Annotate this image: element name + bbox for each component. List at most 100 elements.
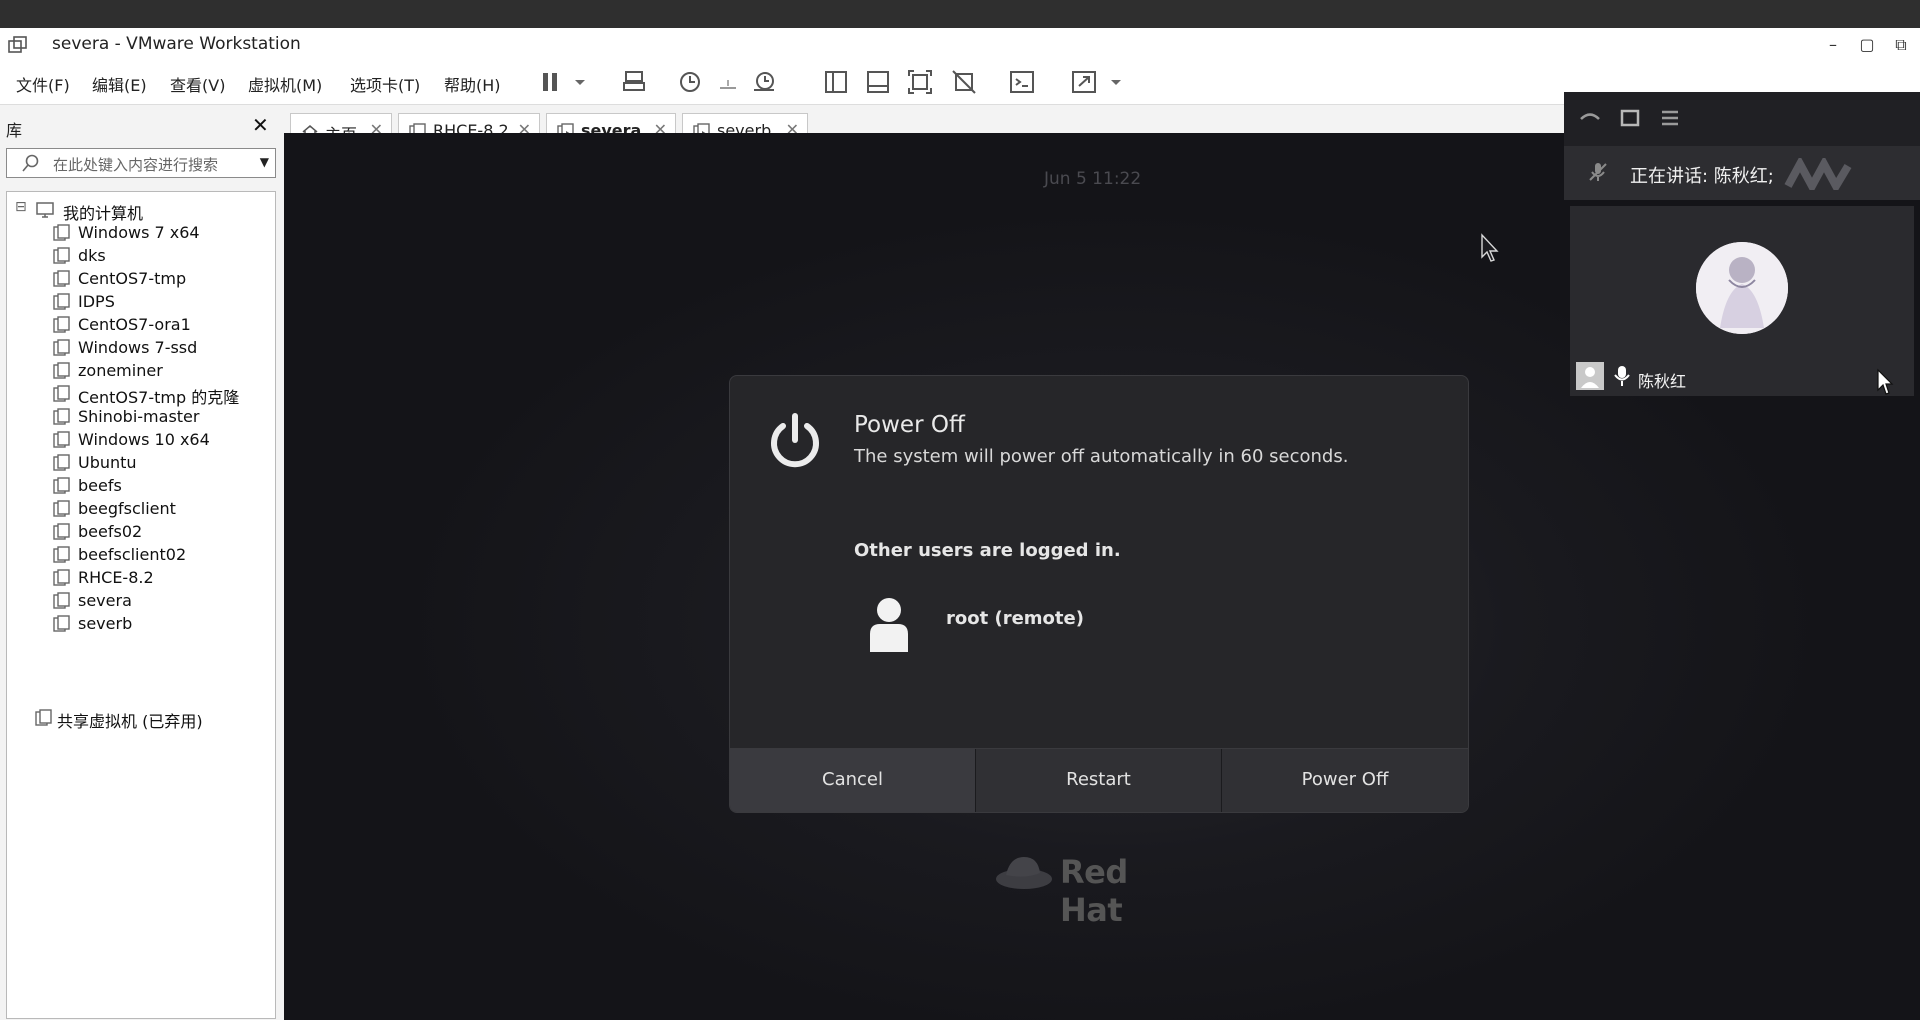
vmware-app-icon (8, 36, 28, 54)
tree-vm-item[interactable]: beegfsclient (53, 497, 265, 521)
library-view-icon[interactable] (822, 68, 850, 96)
library-search-input[interactable]: 在此处键入内容进行搜索 ▼ (6, 148, 276, 178)
tree-shared-label: 共享虚拟机 (已弃用) (57, 712, 203, 731)
power-off-button[interactable]: Power Off (1222, 749, 1468, 812)
participant-user-icon (1576, 362, 1604, 390)
meeting-overlay: 正在讲话: 陈秋红; 陈秋红 (1564, 92, 1920, 582)
maximize-button[interactable]: ▢ (1852, 32, 1882, 58)
snapshot-icon[interactable] (676, 68, 704, 96)
tree-root-my-computer[interactable]: ⊟ 我的计算机 (15, 198, 265, 223)
chevron-down-icon[interactable]: ▼ (260, 155, 269, 169)
library-panel: 库 ✕ 在此处键入内容进行搜索 ▼ ⊟ 我的计算机 Windows 7 x64 d… (0, 105, 280, 1020)
fullscreen-dropdown-icon[interactable] (1102, 68, 1121, 96)
collapse-icon[interactable]: ⊟ (15, 199, 27, 215)
library-close-button[interactable]: ✕ (252, 113, 269, 137)
tree-vm-item[interactable]: Windows 7 x64 (53, 221, 265, 245)
send-keys-icon[interactable] (620, 68, 648, 96)
tree-vm-item[interactable]: Windows 7-ssd (53, 336, 265, 360)
tree-shared-vms[interactable]: 共享虚拟机 (已弃用) (35, 706, 265, 731)
tree-vm-label: CentOS7-ora1 (78, 315, 191, 334)
pause-icon[interactable] (536, 68, 564, 96)
menu-file[interactable]: 文件(F) (16, 72, 70, 96)
user-icon (866, 596, 912, 652)
vm-icon (53, 615, 71, 633)
mouse-cursor-icon (1480, 233, 1500, 263)
tree-vm-item[interactable]: CentOS7-ora1 (53, 313, 265, 337)
vm-icon (53, 431, 71, 449)
tree-vm-label: severb (78, 614, 133, 633)
tree-vm-item[interactable]: severb (53, 612, 265, 636)
vm-icon (53, 339, 71, 357)
snapshot-restore-icon[interactable] (714, 68, 742, 96)
tree-vm-item[interactable]: beefs (53, 474, 265, 498)
vm-tree: ⊟ 我的计算机 Windows 7 x64 dks CentOS7-tmp IDPS C… (6, 191, 276, 1019)
tree-vm-item[interactable]: IDPS (53, 290, 265, 314)
tree-vm-item[interactable]: zoneminer (53, 359, 265, 383)
list-icon[interactable] (1658, 106, 1682, 130)
thumbnail-view-icon[interactable] (864, 68, 892, 96)
close-window-button[interactable]: ⧉ (1886, 32, 1916, 58)
tree-vm-label: beefs (78, 476, 122, 495)
overlay-mouse-cursor-icon (1876, 368, 1894, 396)
vm-icon (53, 385, 71, 403)
tree-vm-item[interactable]: beefs02 (53, 520, 265, 544)
titlebar: severa - VMware Workstation – ▢ ⧉ (0, 28, 1920, 62)
tree-vm-label: beefsclient02 (78, 545, 187, 564)
menu-view[interactable]: 查看(V) (170, 72, 225, 96)
unity-icon[interactable] (950, 68, 978, 96)
tree-vm-item[interactable]: severa (53, 589, 265, 613)
tree-vm-item[interactable]: RHCE-8.2 (53, 566, 265, 590)
search-placeholder: 在此处键入内容进行搜索 (53, 156, 219, 174)
tree-vm-label: dks (78, 246, 106, 265)
speaking-bar: 正在讲话: 陈秋红; (1564, 146, 1920, 200)
redhat-text: Red Hat (1060, 853, 1128, 929)
fit-guest-icon[interactable] (906, 68, 934, 96)
vm-icon (53, 224, 71, 242)
tree-vm-item[interactable]: CentOS7-tmp 的克隆 (53, 382, 265, 407)
tree-vm-label: zoneminer (78, 361, 163, 380)
window-icon[interactable] (1618, 106, 1642, 130)
power-off-dialog: Power Off The system will power off auto… (729, 375, 1469, 813)
tree-vm-item[interactable]: Ubuntu (53, 451, 265, 475)
console-icon[interactable] (1008, 68, 1036, 96)
vm-icon (53, 316, 71, 334)
cancel-button[interactable]: Cancel (730, 749, 976, 812)
menu-vm[interactable]: 虚拟机(M) (248, 72, 322, 96)
tree-vm-item[interactable]: Windows 10 x64 (53, 428, 265, 452)
menu-help[interactable]: 帮助(H) (444, 72, 501, 96)
tree-vm-item[interactable]: Shinobi-master (53, 405, 265, 429)
snapshot-manager-icon[interactable] (750, 68, 778, 96)
computer-icon (35, 201, 55, 223)
tree-vm-label: RHCE-8.2 (78, 568, 154, 587)
window-title: severa - VMware Workstation (52, 34, 301, 54)
dialog-button-row: Cancel Restart Power Off (730, 748, 1468, 812)
search-icon (21, 153, 41, 173)
participant-video[interactable]: 陈秋红 (1570, 206, 1914, 396)
fullscreen-icon[interactable] (1070, 68, 1098, 96)
vm-icon (53, 408, 71, 426)
minimize-button[interactable]: – (1818, 32, 1848, 58)
menu-edit[interactable]: 编辑(E) (92, 72, 147, 96)
participant-name: 陈秋红 (1638, 372, 1687, 391)
microphone-icon (1612, 364, 1632, 388)
dialog-title: Power Off (854, 412, 965, 438)
tree-vm-item[interactable]: CentOS7-tmp (53, 267, 265, 291)
tree-vm-label: beegfsclient (78, 499, 176, 518)
tree-vm-item[interactable]: beefsclient02 (53, 543, 265, 567)
tree-vm-item[interactable]: dks (53, 244, 265, 268)
dropdown-icon[interactable] (566, 68, 585, 96)
tree-vm-label: Ubuntu (78, 453, 137, 472)
vm-icon (53, 546, 71, 564)
logged-in-user: root (remote) (946, 608, 1084, 629)
minimize-icon[interactable] (1578, 106, 1602, 130)
speaking-label: 正在讲话: 陈秋红; (1630, 166, 1774, 187)
tree-vm-label: beefs02 (78, 522, 143, 541)
tree-vm-label: Shinobi-master (78, 407, 200, 426)
muted-mic-icon (1586, 160, 1610, 184)
tree-vm-label: IDPS (78, 292, 115, 311)
screen-top-strip (0, 0, 1920, 28)
restart-button[interactable]: Restart (976, 749, 1222, 812)
vm-icon (53, 454, 71, 472)
tree-vm-label: Windows 7 x64 (78, 223, 200, 242)
menu-tabs[interactable]: 选项卡(T) (350, 72, 420, 96)
